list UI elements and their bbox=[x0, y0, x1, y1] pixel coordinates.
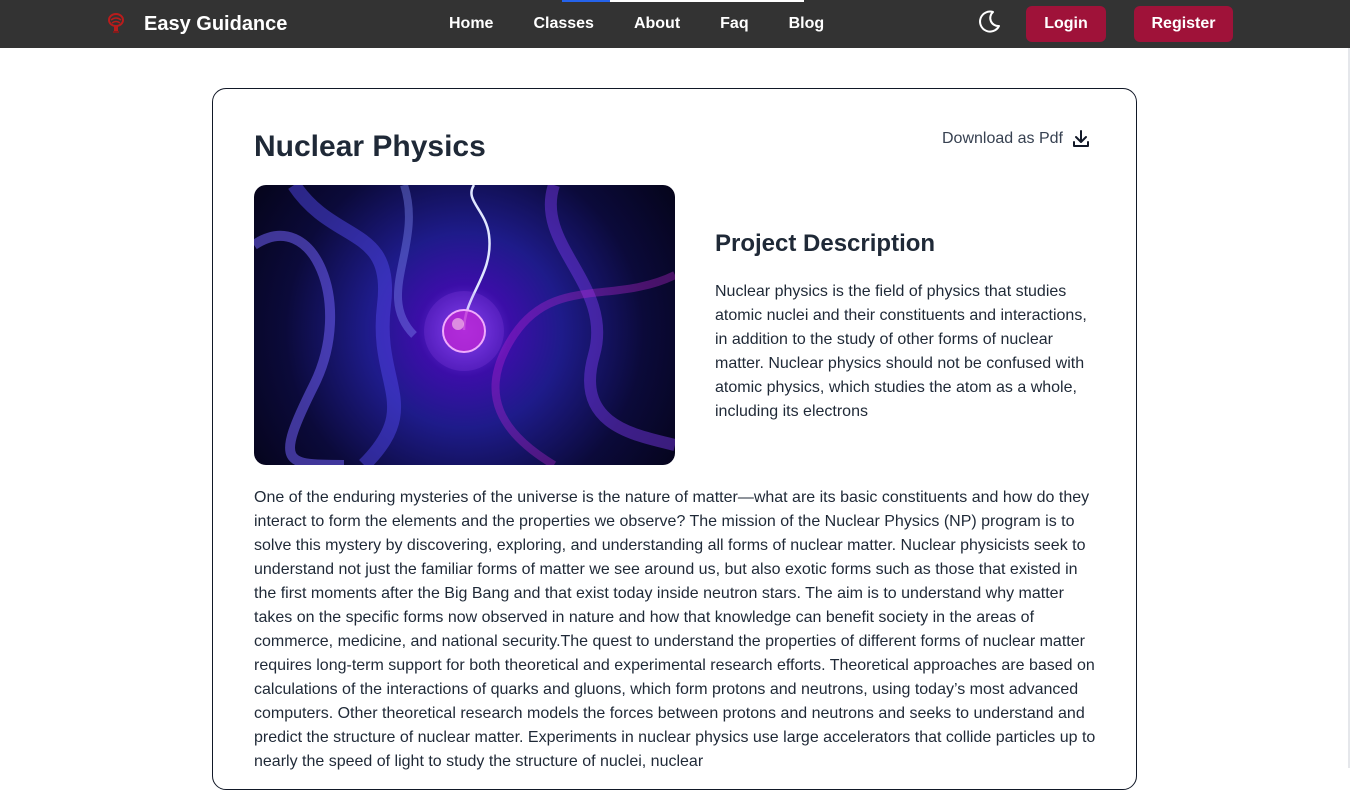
nav-links: Home Classes About Faq Blog bbox=[449, 0, 824, 48]
brand-name: Easy Guidance bbox=[144, 12, 288, 35]
page-title: Nuclear Physics bbox=[254, 130, 486, 163]
login-button[interactable]: Login bbox=[1026, 6, 1106, 42]
brain-logo-icon bbox=[106, 12, 126, 36]
download-label: Download as Pdf bbox=[942, 130, 1063, 147]
description-title: Project Description bbox=[715, 230, 936, 257]
moon-icon[interactable] bbox=[976, 9, 1002, 35]
brand[interactable]: Easy Guidance bbox=[106, 10, 287, 38]
download-pdf-link[interactable]: Download as Pdf bbox=[942, 129, 1091, 149]
nav-link-blog[interactable]: Blog bbox=[789, 15, 825, 33]
nav-link-about[interactable]: About bbox=[634, 15, 680, 33]
nav-link-home[interactable]: Home bbox=[449, 15, 493, 33]
top-navbar: Easy Guidance Home Classes About Faq Blo… bbox=[0, 0, 1350, 48]
body-text: One of the enduring mysteries of the uni… bbox=[254, 489, 1096, 770]
register-button[interactable]: Register bbox=[1134, 6, 1233, 42]
nav-link-faq[interactable]: Faq bbox=[720, 15, 748, 33]
download-icon bbox=[1071, 129, 1091, 149]
description-text: Nuclear physics is the field of physics … bbox=[715, 283, 1087, 420]
project-card: Nuclear Physics Download as Pdf Project … bbox=[212, 88, 1137, 790]
plasma-ball-image bbox=[254, 185, 675, 465]
nav-link-classes[interactable]: Classes bbox=[533, 15, 594, 33]
